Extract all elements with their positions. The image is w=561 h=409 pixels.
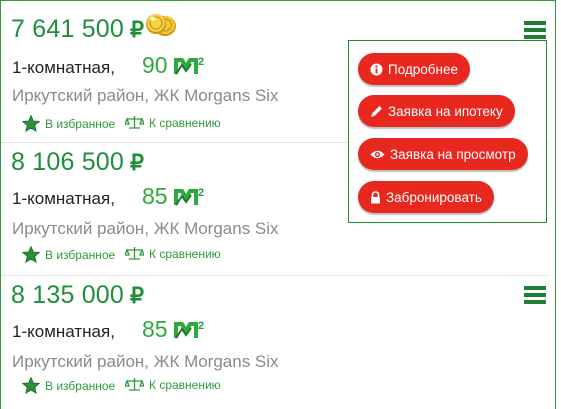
svg-text:2: 2	[198, 320, 204, 332]
add-to-compare-link[interactable]: К сравнению	[125, 377, 221, 392]
compare-label: К сравнению	[149, 246, 221, 261]
square-meter-icon: 2	[174, 56, 204, 75]
mortgage-request-label: Заявка на ипотеку	[388, 103, 503, 119]
favorites-label: В избранное	[45, 378, 116, 393]
listing-menu-icon[interactable]	[524, 286, 546, 304]
book-button[interactable]: Забронировать	[358, 181, 494, 213]
scales-icon	[125, 378, 144, 391]
star-icon	[22, 115, 40, 132]
square-meter-icon: 2	[174, 187, 204, 206]
ruble-sign: ₽	[130, 150, 145, 175]
favorites-label: В избранное	[45, 247, 116, 262]
details-button[interactable]: Подробнее	[358, 53, 471, 85]
area-value: 85	[142, 316, 168, 342]
price: 8 106 500 ₽	[11, 148, 145, 176]
eye-icon	[370, 150, 385, 158]
area-value: 90	[142, 52, 168, 78]
add-to-favorites-link[interactable]: В избранное	[22, 377, 115, 394]
coins-icon	[146, 14, 176, 36]
rooms-count: 1-комнатная,	[12, 189, 115, 208]
address: Иркутский район, ЖК Morgans Six	[12, 219, 279, 238]
scales-icon	[125, 247, 144, 260]
svg-text:2: 2	[198, 187, 204, 199]
book-label: Забронировать	[386, 189, 482, 205]
details-label: Подробнее	[388, 61, 459, 77]
add-to-compare-link[interactable]: К сравнению	[125, 246, 221, 261]
mortgage-request-button[interactable]: Заявка на ипотеку	[358, 95, 515, 127]
add-to-compare-link[interactable]: К сравнению	[125, 115, 221, 130]
pencil-icon	[371, 105, 382, 117]
address: Иркутский район, ЖК Morgans Six	[12, 352, 279, 371]
star-icon	[22, 246, 40, 263]
ruble-sign: ₽	[130, 283, 145, 308]
listing-card-3: 8 135 000 ₽ 1-комнатная, 85 2 Иркутский р…	[1, 276, 549, 409]
add-to-favorites-link[interactable]: В избранное	[22, 246, 115, 263]
address: Иркутский район, ЖК Morgans Six	[12, 86, 279, 105]
svg-text:2: 2	[198, 56, 204, 68]
compare-label: К сравнению	[149, 115, 221, 130]
area-value: 85	[142, 183, 168, 209]
star-icon	[22, 377, 40, 394]
viewing-request-button[interactable]: Заявка на просмотр	[358, 138, 528, 170]
scales-icon	[125, 116, 144, 129]
listing-actions-popup: Подробнее Заявка на ипотеку Заявка на пр…	[348, 40, 547, 223]
rooms-count: 1-комнатная,	[12, 322, 115, 341]
favorites-label: В избранное	[45, 116, 116, 131]
viewing-request-label: Заявка на просмотр	[390, 146, 516, 162]
add-to-favorites-link[interactable]: В избранное	[22, 115, 115, 132]
price: 7 641 500 ₽	[11, 15, 145, 43]
rooms-count: 1-комнатная,	[12, 58, 115, 77]
price: 8 135 000 ₽	[11, 281, 145, 309]
compare-label: К сравнению	[149, 377, 221, 392]
ruble-sign: ₽	[130, 17, 145, 42]
square-meter-icon: 2	[174, 320, 204, 339]
lock-icon	[371, 190, 380, 203]
info-icon	[370, 63, 383, 75]
listing-menu-icon[interactable]	[524, 21, 546, 39]
